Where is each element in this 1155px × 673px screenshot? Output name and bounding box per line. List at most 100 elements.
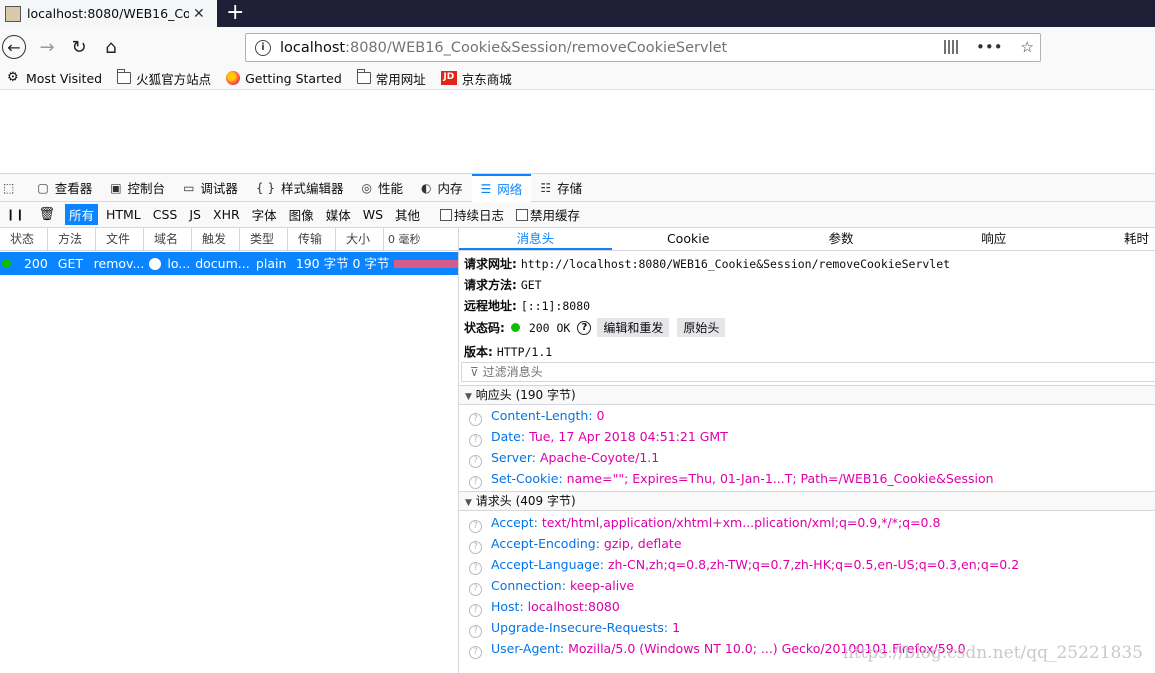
filter-ws[interactable]: WS	[359, 206, 387, 223]
help-icon[interactable]: ?	[469, 434, 482, 447]
response-headers-section[interactable]: ▼ 响应头 (190 字节)	[459, 385, 1155, 405]
list-item: ? Server: Apache-Coyote/1.1	[469, 450, 659, 468]
memory-icon: ◐	[421, 180, 432, 195]
tab-style-editor[interactable]: { } 样式编辑器	[247, 174, 353, 202]
request-headers-section[interactable]: ▼ 请求头 (409 字节)	[459, 491, 1155, 511]
filter-images[interactable]: 图像	[285, 204, 318, 225]
help-icon[interactable]: ?	[469, 583, 482, 596]
column-transferred[interactable]: 传输	[288, 227, 336, 251]
tab-cookies[interactable]: Cookie	[612, 228, 765, 250]
reload-button[interactable]: ↻	[66, 34, 92, 60]
status-ok-icon	[2, 259, 11, 268]
request-details-panel: 消息头 Cookie 参数 响应 耗时 请求网址: http://localhos…	[458, 228, 1155, 673]
element-picker-button[interactable]: ⬚	[0, 174, 28, 202]
column-file[interactable]: 文件	[96, 227, 144, 251]
column-waterfall[interactable]: 0 毫秒	[384, 228, 458, 251]
tab-storage[interactable]: ☷ 存储	[531, 174, 591, 202]
list-item: ? Connection: keep-alive	[469, 578, 634, 596]
browser-tab[interactable]: localhost:8080/WEB16_Cook ✕	[0, 0, 217, 27]
help-icon[interactable]: ?	[469, 646, 482, 659]
filter-html[interactable]: HTML	[102, 206, 145, 223]
disable-cache-checkbox[interactable]: 禁用缓存	[516, 205, 580, 224]
filter-css[interactable]: CSS	[149, 206, 182, 223]
tab-console[interactable]: ▣ 控制台	[101, 174, 174, 202]
tab-memory[interactable]: ◐ 内存	[412, 174, 472, 202]
bookmark-firefox-official[interactable]: 火狐官方站点	[117, 69, 211, 88]
domain-globe-icon	[149, 257, 162, 270]
tab-params[interactable]: 参数	[765, 228, 918, 250]
column-method[interactable]: 方法	[48, 227, 96, 251]
filter-js[interactable]: JS	[185, 206, 205, 223]
tab-strip: localhost:8080/WEB16_Cook ✕ +	[0, 0, 1155, 27]
raw-headers-button[interactable]: 原始头	[677, 318, 726, 337]
bookmark-common-sites[interactable]: 常用网址	[356, 69, 426, 88]
help-icon[interactable]: ?	[577, 320, 592, 335]
url-text: localhost:8080/WEB16_Cookie&Session/remo…	[280, 39, 728, 56]
help-icon[interactable]: ?	[469, 625, 482, 638]
column-domain[interactable]: 域名	[144, 227, 192, 251]
tab-performance[interactable]: ◎ 性能	[353, 174, 413, 202]
inspector-icon: ▢	[37, 180, 49, 195]
help-icon[interactable]: ?	[469, 455, 482, 468]
filter-xhr[interactable]: XHR	[209, 206, 244, 223]
jd-logo-icon: JD	[440, 71, 457, 85]
help-icon[interactable]: ?	[469, 604, 482, 617]
back-button[interactable]: ←	[2, 35, 26, 59]
url-bar[interactable]: i localhost:8080/WEB16_Cookie&Session/re…	[245, 33, 1041, 62]
list-item: ? Host: localhost:8080	[469, 599, 620, 617]
column-status[interactable]: 状态	[0, 227, 48, 251]
help-icon[interactable]: ?	[469, 520, 482, 533]
gear-icon: ⚙	[7, 70, 19, 85]
debugger-icon: ▭	[183, 180, 195, 195]
page-favicon-icon	[5, 5, 21, 22]
console-icon: ▣	[110, 180, 122, 195]
row-method: GET	[57, 256, 84, 271]
help-icon[interactable]: ?	[469, 541, 482, 554]
tab-timings[interactable]: 耗时	[1070, 228, 1155, 250]
tab-debugger[interactable]: ▭ 调试器	[174, 174, 247, 202]
tab-inspector[interactable]: ▢ 查看器	[28, 174, 101, 202]
row-status: 200	[23, 256, 48, 271]
column-size[interactable]: 大小	[336, 227, 384, 251]
bookmark-getting-started[interactable]: Getting Started	[226, 71, 342, 86]
table-row[interactable]: 200 GET remov... lo... docum... plain 19…	[0, 252, 459, 275]
help-icon[interactable]: ?	[469, 562, 482, 575]
trash-icon[interactable]: 🗑	[38, 207, 55, 222]
tab-response[interactable]: 响应	[917, 228, 1070, 250]
column-cause[interactable]: 触发	[192, 227, 240, 251]
qr-code-icon[interactable]	[944, 40, 958, 54]
tab-network[interactable]: ☰ 网络	[471, 173, 532, 202]
filter-media[interactable]: 媒体	[322, 204, 355, 225]
page-actions-icon[interactable]: •••	[976, 38, 1003, 56]
pause-icon[interactable]: ❙❙	[6, 208, 24, 221]
filter-all[interactable]: 所有	[64, 204, 98, 225]
help-icon[interactable]: ?	[469, 476, 482, 489]
close-tab-icon[interactable]: ✕	[193, 6, 205, 22]
devtools-toolbar: ⬚ ▢ 查看器 ▣ 控制台 ▭ 调试器 { } 样式编辑器 ◎ 性能 ◐ 内存 ☰ 网络 ☷ 存…	[0, 173, 1155, 202]
row-cause: docum...	[195, 256, 250, 271]
column-type[interactable]: 类型	[240, 227, 288, 251]
filter-fonts[interactable]: 字体	[248, 204, 281, 225]
folder-icon	[356, 69, 371, 84]
tab-headers[interactable]: 消息头	[459, 228, 612, 250]
details-tabs: 消息头 Cookie 参数 响应 耗时	[459, 228, 1155, 251]
persist-log-checkbox[interactable]: 持续日志	[440, 205, 504, 224]
bookmarks-toolbar: ⚙ Most Visited 火狐官方站点 Getting Started 常用网…	[0, 67, 1155, 90]
bookmark-jd-mall[interactable]: JD 京东商城	[440, 69, 512, 88]
bookmark-star-icon[interactable]: ☆	[1021, 38, 1034, 56]
bookmark-most-visited[interactable]: ⚙ Most Visited	[7, 71, 102, 86]
row-transferred: 190 字节	[295, 256, 349, 271]
site-info-icon[interactable]: i	[255, 39, 271, 56]
edit-resend-button[interactable]: 编辑和重发	[597, 318, 670, 337]
row-file: remov...	[93, 256, 145, 271]
new-tab-button[interactable]: +	[226, 0, 244, 27]
filter-headers-input[interactable]: ⊽ 过滤消息头	[461, 362, 1155, 382]
help-icon[interactable]: ?	[469, 413, 482, 426]
list-item: ? Accept-Language: zh-CN,zh;q=0.8,zh-TW;q…	[469, 557, 1019, 575]
filter-other[interactable]: 其他	[391, 204, 424, 225]
performance-icon: ◎	[361, 180, 373, 195]
forward-button[interactable]: →	[34, 34, 60, 60]
network-filter-bar: ❙❙ 🗑 所有 HTML CSS JS XHR 字体 图像 媒体 WS 其他 持…	[0, 202, 1155, 228]
home-button[interactable]: ⌂	[98, 34, 124, 60]
folder-icon	[117, 69, 132, 84]
